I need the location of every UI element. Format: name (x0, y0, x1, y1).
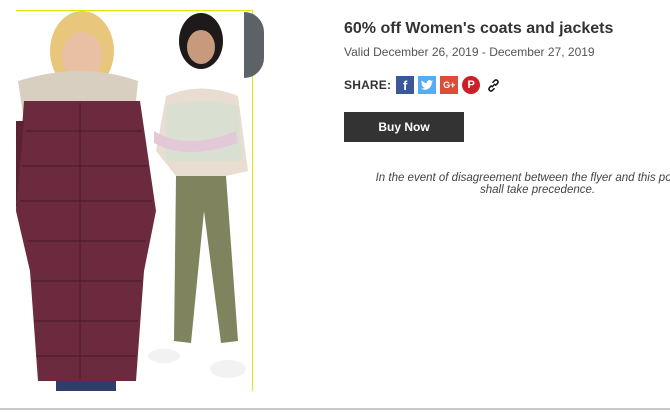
google-plus-share-button[interactable]: G+ (440, 76, 459, 94)
twitter-share-button[interactable] (418, 76, 437, 94)
share-bar: SHARE: f G+ P (344, 76, 670, 94)
google-plus-icon: G+ (443, 80, 456, 90)
twitter-icon (421, 80, 434, 90)
page-divider (0, 408, 670, 410)
pinterest-icon: P (467, 79, 475, 91)
link-icon (487, 78, 499, 92)
carousel-edge-shape (244, 12, 264, 78)
copy-link-button[interactable] (484, 76, 502, 94)
validity-dates: Valid December 26, 2019 - December 27, 2… (344, 45, 595, 59)
disclaimer-line-1: In the event of disagreement between the… (375, 172, 670, 184)
buy-now-button[interactable]: Buy Now (344, 112, 464, 142)
facebook-share-button[interactable]: f (396, 76, 415, 94)
flyer-item-page: 60% off Women's coats and jackets Valid … (0, 0, 670, 412)
flyer-disclaimer: In the event of disagreement between the… (350, 172, 670, 196)
pinterest-share-button[interactable]: P (462, 76, 481, 94)
facebook-icon: f (403, 77, 408, 93)
model-left (16, 11, 156, 391)
disclaimer-line-2: shall take precedence. (480, 184, 596, 196)
share-label: SHARE: (344, 78, 392, 92)
model-right (148, 13, 248, 378)
product-image[interactable] (16, 10, 253, 391)
product-details: 60% off Women's coats and jackets Valid … (344, 20, 670, 142)
product-title: 60% off Women's coats and jackets (344, 20, 614, 37)
product-photo (16, 11, 248, 391)
